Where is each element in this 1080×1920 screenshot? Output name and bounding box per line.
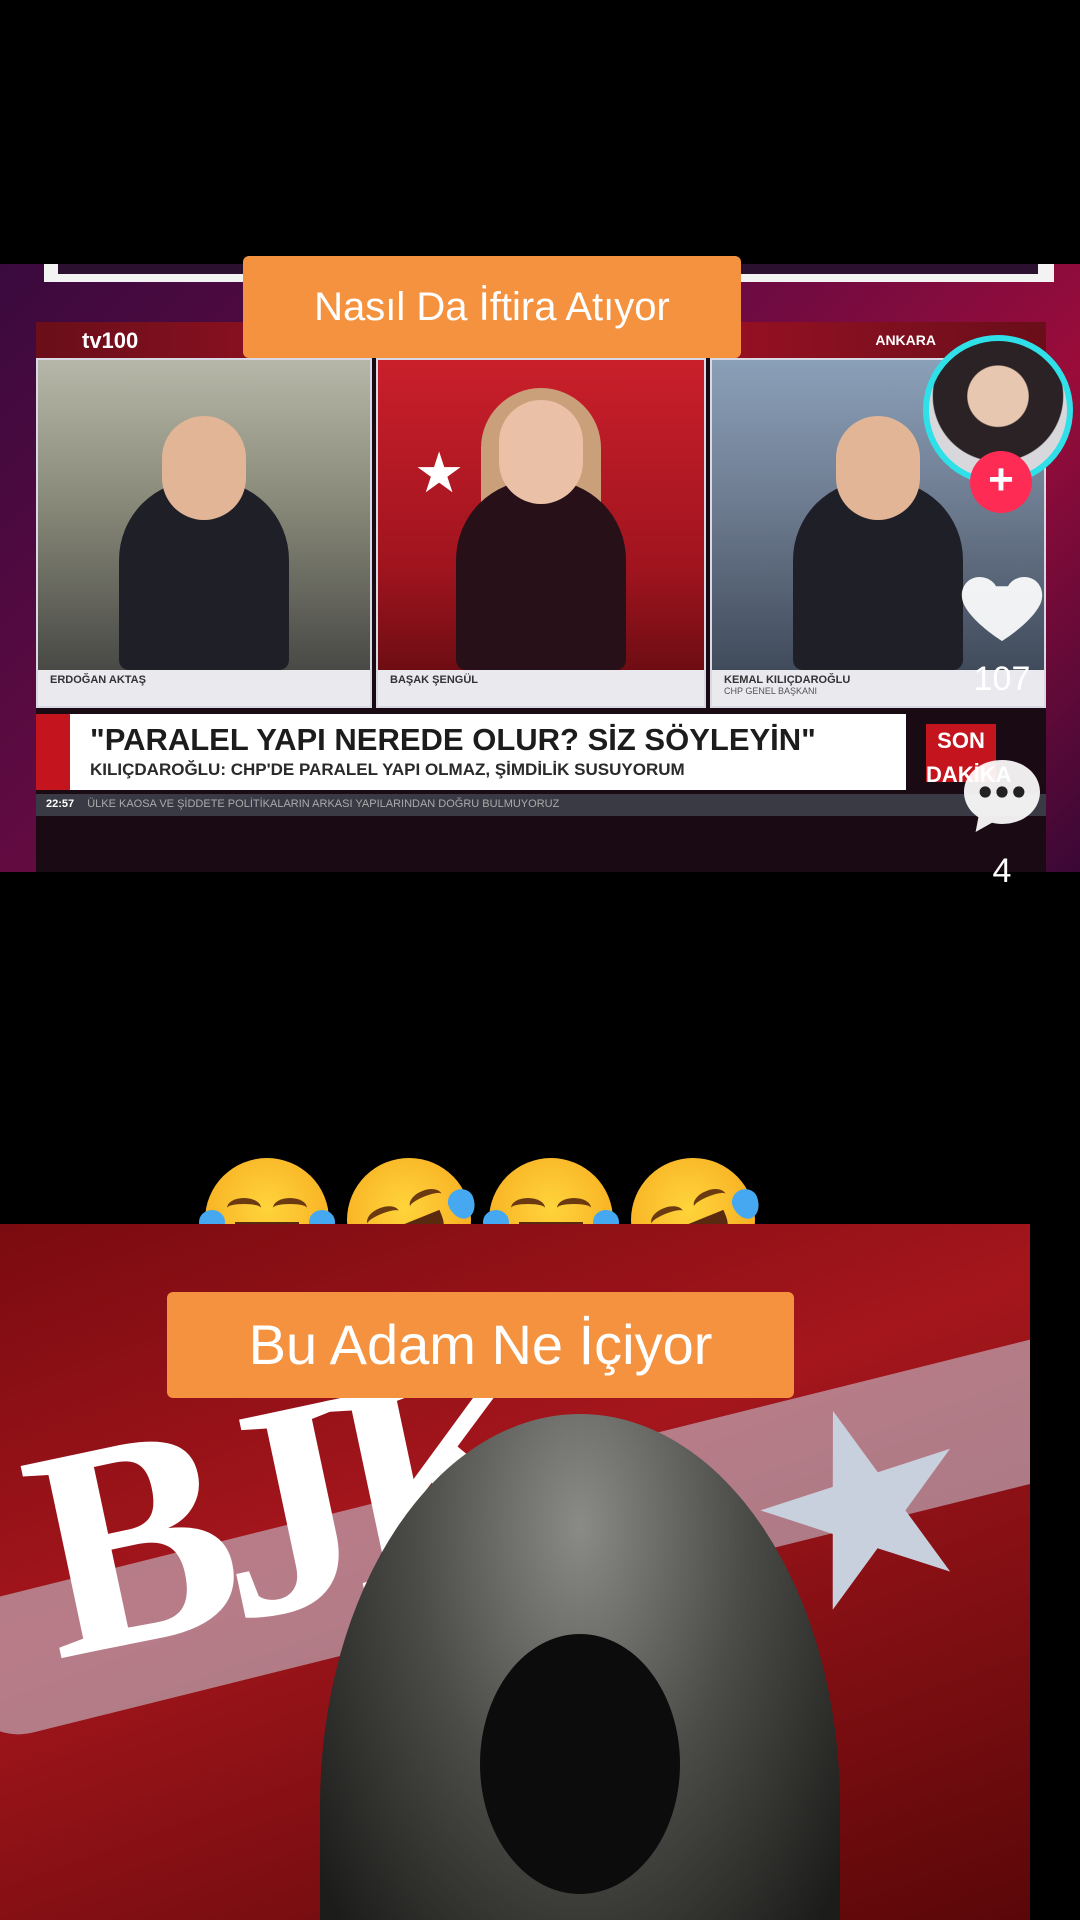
- like-count: 107: [973, 660, 1031, 698]
- city-label: ANKARA: [875, 332, 936, 348]
- news-ticker: "PARALEL YAPI NEREDE OLUR? SİZ SÖYLEYİN"…: [36, 714, 906, 790]
- ticker-crawl: 22:57 ÜLKE KAOSA VE ŞİDDETE POLİTİKALARI…: [36, 794, 1046, 816]
- nameplate-name: KEMAL KILIÇDAROĞLU: [724, 674, 851, 686]
- comment-icon[interactable]: [954, 748, 1050, 844]
- heart-icon[interactable]: [954, 557, 1050, 653]
- caption-top: Nasıl Da İftira Atıyor: [243, 256, 741, 358]
- guest-panel-left: ERDOĞAN AKTAŞ: [36, 358, 372, 708]
- ticker-time: 22:57: [46, 798, 75, 810]
- nameplate-name: BAŞAK ŞENGÜL: [390, 674, 479, 686]
- tv-broadcast-screen: tv100 SON DAKİKA ANKARA ERDOĞAN AKTAŞ ★ …: [36, 322, 1046, 872]
- ticker-headline: "PARALEL YAPI NEREDE OLUR? SİZ SÖYLEYİN": [90, 722, 816, 757]
- nameplate: ERDOĞAN AKTAŞ: [38, 670, 370, 706]
- follow-button[interactable]: +: [970, 451, 1032, 513]
- ticker-subheadline: KILIÇDAROĞLU: CHP'DE PARALEL YAPI OLMAZ,…: [90, 760, 685, 779]
- host-body: [456, 480, 626, 670]
- ticker-crawl-text: ÜLKE KAOSA VE ŞİDDETE POLİTİKALARIN ARKA…: [87, 798, 560, 810]
- hood-shadow: [480, 1634, 680, 1894]
- nameplate-name: ERDOĞAN AKTAŞ: [50, 674, 146, 686]
- caption-bottom: Bu Adam Ne İçiyor: [167, 1292, 794, 1398]
- guest-head: [836, 416, 920, 520]
- nameplate: BAŞAK ŞENGÜL: [378, 670, 704, 706]
- comment-count: 4: [992, 852, 1012, 890]
- flag-star-icon: ★: [414, 441, 465, 504]
- host-head: [499, 400, 583, 504]
- host-panel-center: ★ BAŞAK ŞENGÜL: [376, 358, 706, 708]
- guest-head: [162, 416, 246, 520]
